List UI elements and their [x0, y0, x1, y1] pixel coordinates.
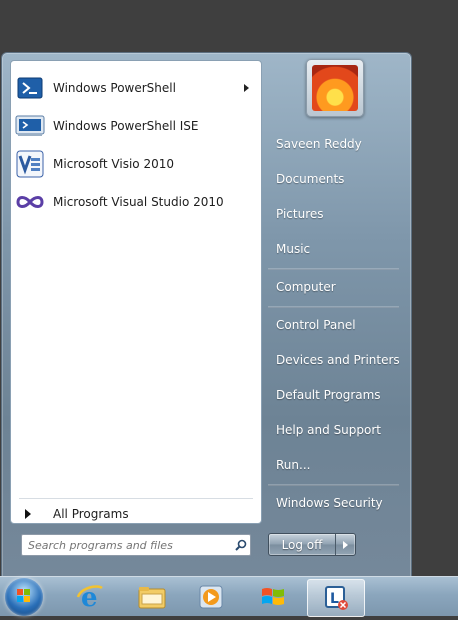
right-item-label: Saveen Reddy: [276, 137, 362, 151]
right-item-pictures[interactable]: Pictures: [268, 203, 408, 225]
submenu-arrow-icon[interactable]: [244, 84, 249, 92]
taskbar-internet-explorer[interactable]: e: [62, 579, 118, 615]
windows-logo-icon: [17, 589, 30, 602]
divider: [19, 498, 253, 499]
windows-explorer-icon: [138, 587, 166, 609]
right-item-label: Run...: [276, 458, 311, 472]
log-off-label: Log off: [281, 537, 323, 552]
program-microsoft-visual-studio-2010[interactable]: Microsoft Visual Studio 2010: [15, 185, 257, 219]
programs-panel: Windows PowerShell Windows PowerShell IS…: [10, 60, 262, 524]
taskbar-windows-explorer[interactable]: [124, 579, 180, 615]
flower-picture-icon: [312, 65, 358, 111]
right-item-label: Computer: [276, 280, 336, 294]
powershell-icon: [15, 74, 45, 102]
start-button[interactable]: [5, 578, 43, 616]
log-off-button-group: Log off: [268, 533, 356, 556]
search-icon[interactable]: [232, 536, 250, 554]
right-item-default-programs[interactable]: Default Programs: [268, 384, 408, 406]
right-item-label: Devices and Printers: [276, 353, 400, 367]
visio-icon: [15, 150, 45, 178]
search-box[interactable]: [21, 534, 251, 556]
program-microsoft-visio-2010[interactable]: Microsoft Visio 2010: [15, 147, 257, 181]
remote-desktop-icon: L: [325, 586, 348, 610]
program-label: Windows PowerShell ISE: [53, 119, 199, 133]
program-label: Microsoft Visual Studio 2010: [53, 195, 224, 209]
visual-studio-icon: [15, 188, 45, 216]
program-windows-powershell[interactable]: Windows PowerShell: [15, 71, 257, 105]
right-item-label: Help and Support: [276, 423, 381, 437]
chevron-right-icon: [343, 540, 348, 549]
expand-arrow-icon: [25, 509, 31, 519]
right-item-control-panel[interactable]: Control Panel: [268, 314, 408, 336]
right-item-windows-security[interactable]: Windows Security: [268, 492, 408, 514]
taskbar-media-player[interactable]: [183, 579, 239, 615]
taskbar: e L: [0, 576, 458, 617]
right-item-music[interactable]: Music: [268, 238, 408, 260]
program-label: Microsoft Visio 2010: [53, 157, 174, 171]
media-player-icon: [199, 585, 223, 609]
right-item-label: Default Programs: [276, 388, 381, 402]
divider: [268, 268, 399, 270]
all-programs-label: All Programs: [53, 507, 129, 521]
right-item-documents[interactable]: Documents: [268, 168, 408, 190]
divider: [268, 484, 399, 486]
taskbar-remote-desktop[interactable]: L: [307, 579, 365, 617]
right-item-label: Documents: [276, 172, 345, 186]
powershell-ise-icon: [15, 112, 45, 140]
search-area: [10, 524, 262, 568]
taskbar-windows-update[interactable]: [245, 579, 301, 615]
divider: [268, 306, 399, 308]
program-label: Windows PowerShell: [53, 81, 176, 95]
right-item-user-name[interactable]: Saveen Reddy: [268, 133, 408, 155]
internet-explorer-icon: e: [76, 583, 103, 612]
program-windows-powershell-ise[interactable]: Windows PowerShell ISE: [15, 109, 257, 143]
log-off-button[interactable]: Log off: [269, 534, 336, 555]
right-item-help-and-support[interactable]: Help and Support: [268, 419, 408, 441]
windows-flag-icon: [262, 588, 284, 605]
user-avatar[interactable]: [306, 59, 364, 117]
right-item-label: Control Panel: [276, 318, 356, 332]
all-programs-button[interactable]: All Programs: [17, 502, 255, 526]
svg-text:L: L: [330, 591, 339, 607]
right-item-computer[interactable]: Computer: [268, 276, 408, 298]
right-item-devices-and-printers[interactable]: Devices and Printers: [268, 349, 408, 371]
right-item-label: Music: [276, 242, 311, 256]
right-item-run[interactable]: Run...: [268, 454, 408, 476]
search-input[interactable]: [22, 536, 232, 554]
right-item-label: Pictures: [276, 207, 324, 221]
right-item-label: Windows Security: [276, 496, 383, 510]
shutdown-options-button[interactable]: [336, 534, 355, 555]
